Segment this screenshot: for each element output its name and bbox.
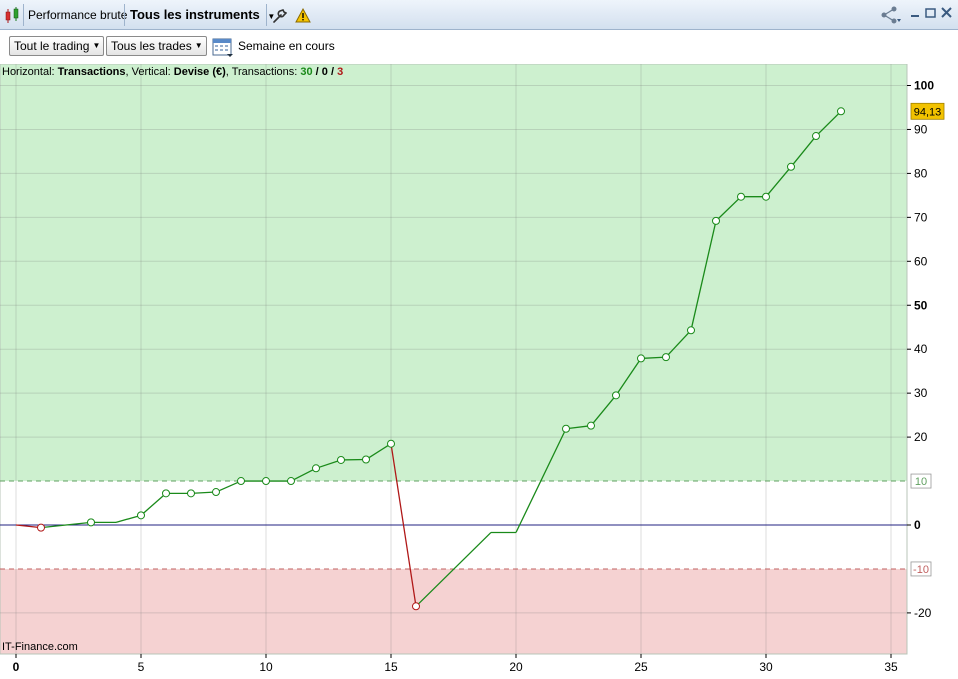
chart-info: Horizontal: Transactions, Vertical: Devi…	[2, 66, 344, 78]
x-tick-label: 5	[138, 660, 145, 674]
trading-filter-dropdown[interactable]: Tout le trading ▼	[9, 36, 105, 56]
data-point[interactable]	[637, 354, 645, 363]
warning-icon[interactable]	[295, 0, 311, 30]
y-tick-label: 100	[914, 79, 934, 93]
x-tick-label: 15	[384, 660, 398, 674]
y-tick-label: 80	[914, 166, 928, 180]
data-point[interactable]	[262, 477, 270, 486]
y-tick-label: 40	[914, 342, 928, 356]
y-tick-label: 0	[914, 518, 921, 532]
period-label[interactable]: Semaine en cours	[238, 39, 335, 53]
calendar-icon[interactable]	[212, 36, 234, 61]
x-tick-label: 0	[13, 660, 20, 674]
data-point[interactable]	[162, 489, 170, 498]
y-tick-label: 60	[914, 254, 928, 268]
profit-zone	[0, 64, 907, 482]
y-tick-label: 20	[914, 430, 928, 444]
series-segment	[215, 480, 242, 493]
y-tick-label: 30	[914, 386, 928, 400]
data-point[interactable]	[337, 455, 345, 464]
y-tick-label: 70	[914, 210, 928, 224]
losing-count: 3	[337, 66, 344, 78]
series-segment	[140, 492, 167, 516]
data-point[interactable]	[362, 455, 370, 464]
data-point[interactable]	[837, 107, 845, 116]
data-point[interactable]	[587, 421, 595, 430]
tab-performance-brute[interactable]: Performance brute	[28, 0, 127, 30]
x-tick-label: 25	[634, 660, 648, 674]
data-point[interactable]	[37, 523, 45, 532]
toolbar: Tout le trading ▼ Tous les trades ▼ Sema…	[0, 30, 958, 64]
minimize-icon[interactable]	[910, 6, 920, 23]
data-point[interactable]	[662, 353, 670, 362]
horizontal-label: Horizontal:	[2, 66, 58, 78]
transactions-label: , Transactions:	[225, 66, 301, 78]
data-point[interactable]	[187, 489, 195, 498]
horizontal-value: Transactions	[57, 66, 126, 78]
chevron-down-icon: ▼	[92, 41, 101, 50]
data-point[interactable]	[287, 477, 295, 486]
vertical-label: , Vertical:	[125, 66, 174, 78]
x-tick-label: 20	[509, 660, 523, 674]
data-point[interactable]	[237, 477, 245, 486]
equity-chart: 10 -10 100 90 80 70 60 50 40 30 20 0 -20 94,13 0 5 10 1…	[0, 64, 945, 674]
data-point[interactable]	[137, 511, 145, 520]
y-tick-label: 90	[914, 122, 928, 136]
data-point[interactable]	[787, 162, 795, 171]
maximize-icon[interactable]	[925, 6, 936, 23]
vertical-value: Devise (€)	[173, 66, 226, 78]
data-point[interactable]	[812, 132, 820, 141]
data-point[interactable]	[87, 518, 95, 527]
trading-filter-label: Tout le trading	[14, 39, 90, 53]
data-point[interactable]	[412, 602, 420, 611]
data-point[interactable]	[312, 464, 320, 473]
threshold-label: -10	[913, 564, 929, 576]
credit-label: IT-Finance.com	[2, 641, 78, 653]
x-tick-label: 30	[759, 660, 773, 674]
close-icon[interactable]	[941, 6, 952, 23]
data-point[interactable]	[387, 439, 395, 448]
chevron-down-icon: ▼	[194, 41, 203, 50]
data-point[interactable]	[712, 216, 720, 225]
data-point[interactable]	[737, 192, 745, 201]
window-titlebar: Performance brute Tous les instruments ▼	[0, 0, 958, 30]
data-point[interactable]	[562, 424, 570, 433]
threshold-label: 10	[915, 476, 927, 488]
x-tick-label: 35	[884, 660, 898, 674]
winning-count: 30	[300, 66, 313, 78]
instruments-dropdown[interactable]: Tous les instruments ▼	[130, 0, 275, 30]
trades-filter-label: Tous les trades	[111, 39, 192, 53]
wrench-icon[interactable]	[271, 0, 288, 30]
trades-filter-dropdown[interactable]: Tous les trades ▼	[106, 36, 207, 56]
data-point[interactable]	[612, 391, 620, 400]
data-point[interactable]	[687, 326, 695, 335]
instruments-dropdown-label: Tous les instruments	[130, 7, 260, 22]
candles-icon[interactable]	[4, 0, 22, 30]
data-point[interactable]	[762, 192, 770, 201]
x-tick-label: 10	[259, 660, 273, 674]
y-tick-label: 50	[914, 298, 928, 312]
y-tick-label: -20	[914, 606, 932, 620]
last-value-label: 94,13	[914, 106, 942, 118]
data-point[interactable]	[212, 488, 220, 497]
loss-zone	[0, 568, 907, 654]
share-icon[interactable]	[880, 0, 902, 30]
